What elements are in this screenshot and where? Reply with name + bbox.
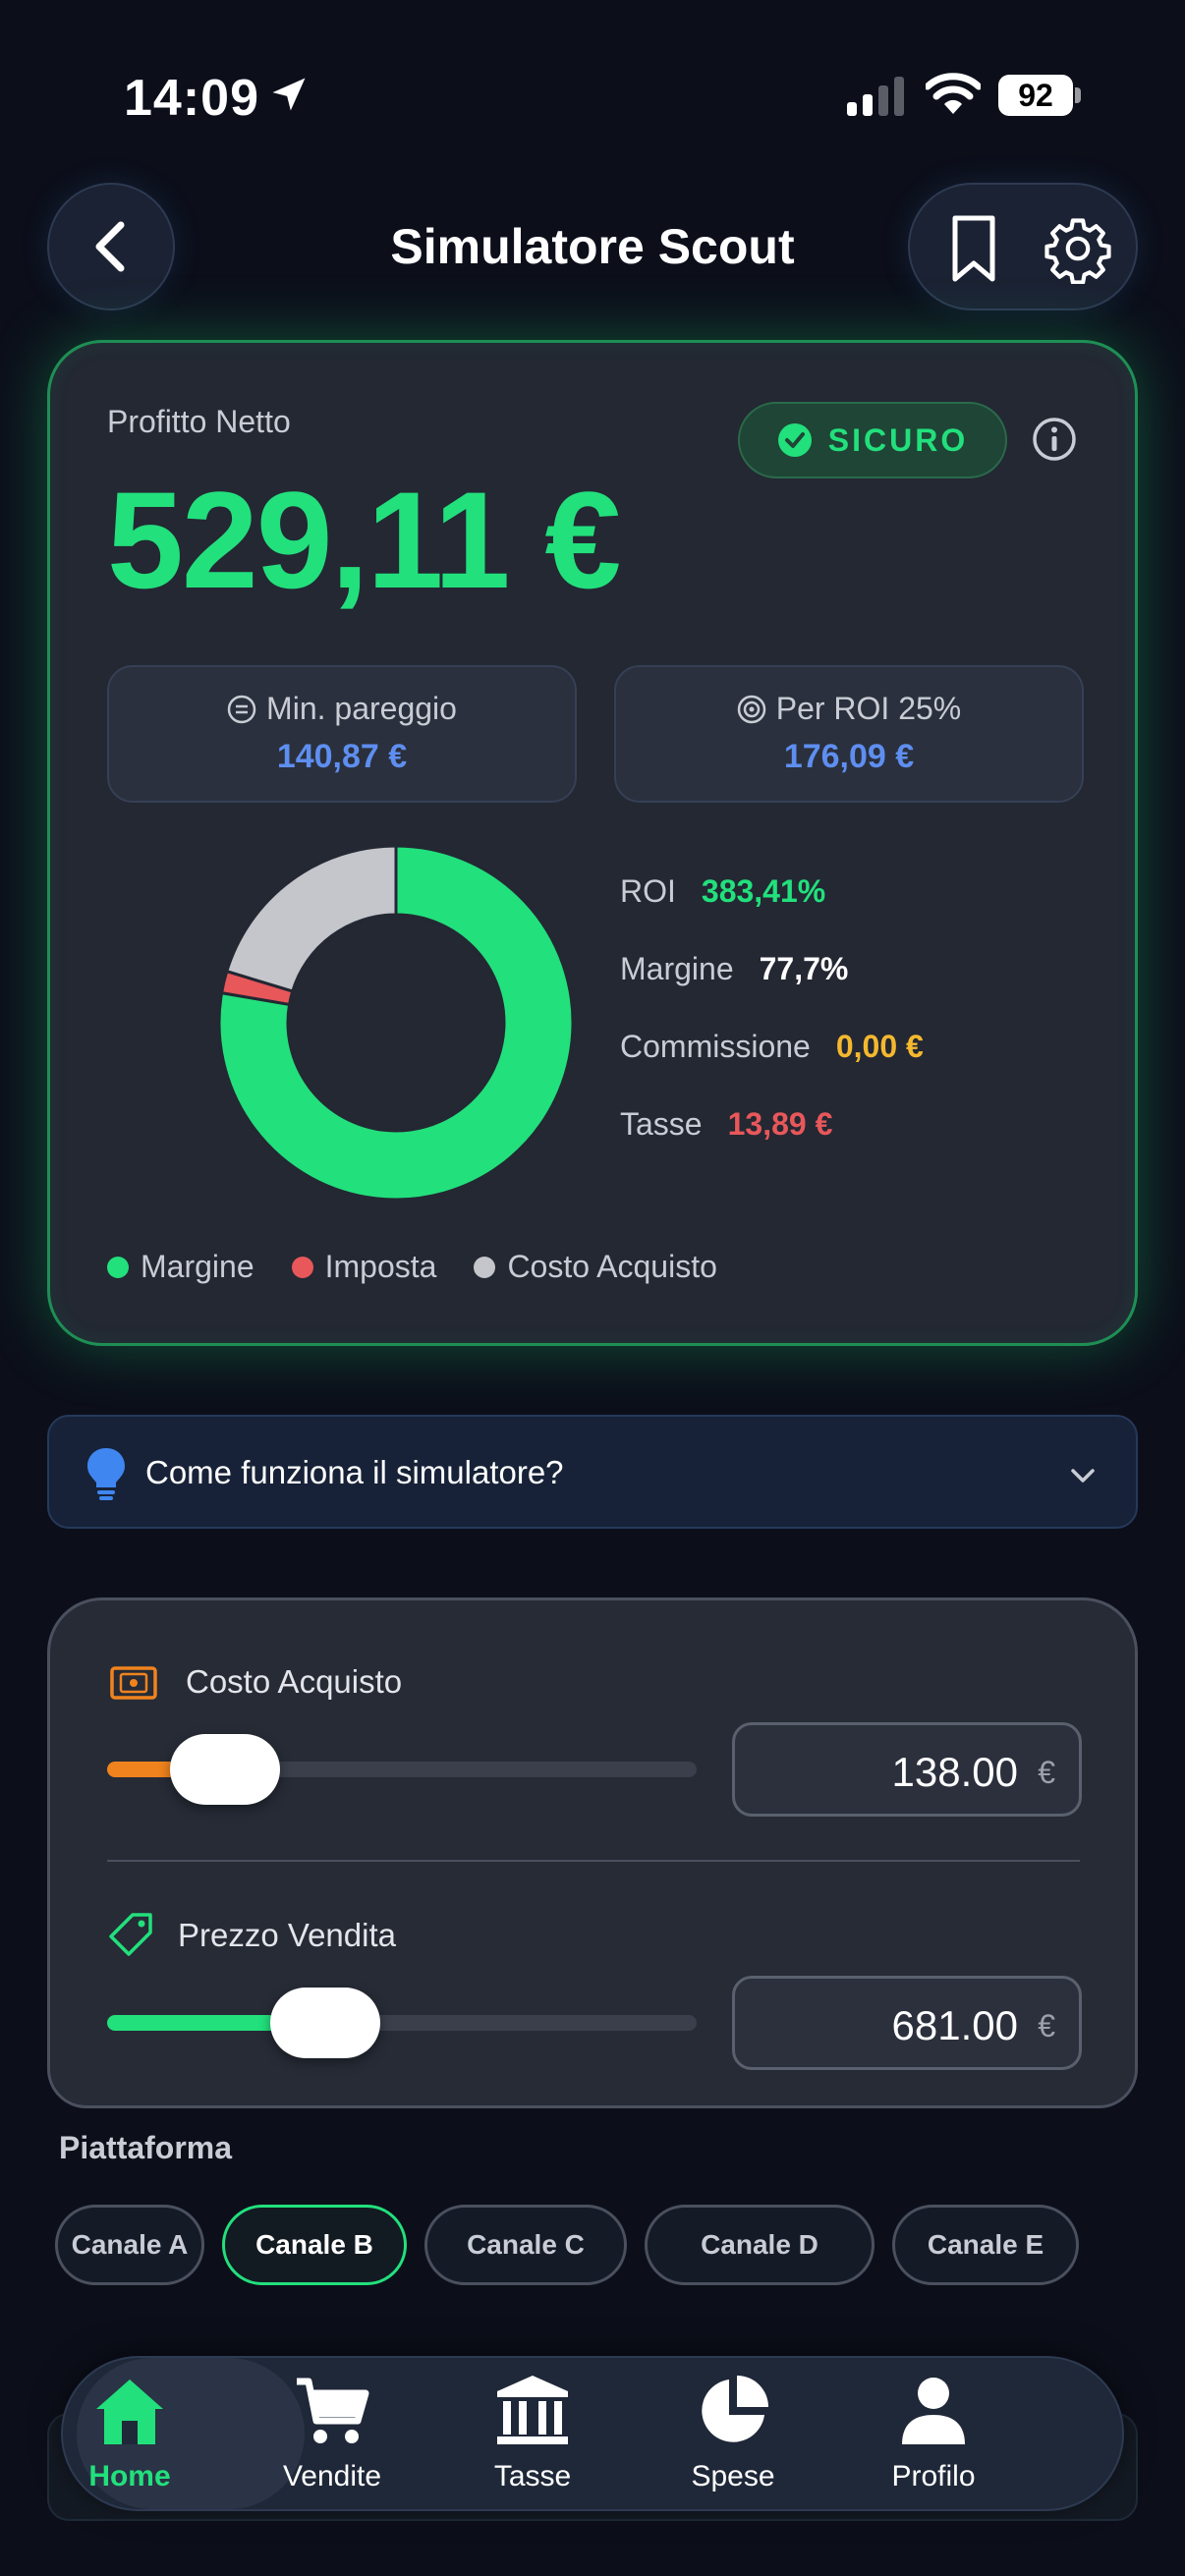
platform-chip-canale-d[interactable]: Canale D [645, 2205, 875, 2285]
howto-label: Come funziona il simulatore? [145, 1454, 564, 1490]
cost-input-value: 138.00 [891, 1749, 1018, 1795]
battery-cap [1075, 87, 1081, 103]
platform-label: Piattaforma [59, 2130, 233, 2165]
platform-chip-canale-e[interactable]: Canale E [892, 2205, 1079, 2285]
back-button[interactable] [47, 183, 175, 310]
roi-target-label: Per ROI 25% [775, 691, 962, 726]
cost-input[interactable]: 138.00 € [732, 1722, 1082, 1817]
wifi-icon [926, 73, 981, 114]
chevron-left-icon [95, 221, 125, 272]
tab-label: Tasse [493, 2460, 572, 2492]
metric-value: 77,7% [759, 951, 849, 986]
chart-legend: Margine Imposta Costo Acquisto [107, 1249, 717, 1285]
gear-icon [1044, 218, 1111, 284]
metric-row-roi: ROI 383,41% [620, 873, 825, 910]
battery-level: 92 [998, 75, 1073, 116]
price-input-value: 681.00 [891, 2002, 1018, 2048]
price-input-unit: € [1038, 2008, 1055, 2044]
tab-spese[interactable]: Spese [635, 2358, 831, 2513]
status-time: 14:09 [124, 70, 259, 127]
legend-label: Imposta [324, 1249, 437, 1284]
info-icon[interactable] [1031, 416, 1078, 463]
tab-home[interactable]: Home [31, 2358, 228, 2513]
money-bill-icon [110, 1666, 157, 1700]
metric-label: Tasse [620, 1106, 703, 1142]
pie-chart-icon [702, 2376, 768, 2442]
roi-target-box: Per ROI 25% 176,09 € [614, 665, 1084, 803]
cost-input-unit: € [1038, 1755, 1055, 1790]
legend-label: Margine [141, 1249, 254, 1284]
cost-slider-thumb[interactable] [170, 1734, 280, 1805]
status-badge: SICURO [738, 402, 1007, 478]
metric-value: 383,41% [701, 873, 826, 909]
tab-label: Vendite [282, 2460, 382, 2492]
page-title: Simulatore Scout [390, 219, 795, 274]
metric-label: Margine [620, 951, 734, 986]
bookmark-icon [952, 215, 995, 282]
roi-target-value: 176,09 € [783, 738, 915, 775]
metric-row-commissione: Commissione 0,00 € [620, 1029, 924, 1065]
metric-row-margine: Margine 77,7% [620, 951, 848, 987]
bookmark-button[interactable] [928, 202, 1020, 295]
cell-signal-icon [847, 77, 904, 116]
legend-dot [291, 1256, 313, 1278]
check-circle-icon [777, 423, 812, 457]
metric-value: 13,89 € [727, 1106, 833, 1142]
legend-label: Costo Acquisto [507, 1249, 717, 1284]
location-arrow-icon [272, 78, 306, 111]
breakeven-value: 140,87 € [276, 738, 408, 775]
price-slider-track[interactable] [107, 2015, 697, 2031]
metric-value: 0,00 € [835, 1029, 924, 1064]
home-icon [96, 2380, 163, 2444]
tab-tasse[interactable]: Tasse [434, 2358, 631, 2513]
legend-item-costo-acquisto: Costo Acquisto [474, 1249, 717, 1285]
header: Simulatore Scout [0, 177, 1185, 314]
tab-label: Home [88, 2460, 171, 2492]
battery-indicator: 92 [998, 75, 1081, 116]
legend-dot [107, 1256, 129, 1278]
platform-chip-canale-b[interactable]: Canale B [222, 2205, 407, 2285]
howto-accordion[interactable]: Come funziona il simulatore? [47, 1415, 1138, 1529]
legend-item-imposta: Imposta [291, 1249, 437, 1285]
tab-profilo[interactable]: Profilo [835, 2358, 1032, 2513]
header-actions [908, 183, 1138, 310]
price-label: Prezzo Vendita [178, 1917, 396, 1953]
platform-chip-canale-c[interactable]: Canale C [424, 2205, 627, 2285]
profit-donut-chart [217, 844, 575, 1202]
cart-icon [297, 2378, 369, 2443]
breakeven-box: Min. pareggio 140,87 € [107, 665, 577, 803]
breakeven-label: Min. pareggio [266, 691, 457, 726]
price-slider-thumb[interactable] [270, 1988, 380, 2058]
bank-icon [497, 2376, 568, 2444]
donut-slice-costo-acquisto [224, 844, 398, 993]
profit-summary-card: Profitto Netto 529,11 € SICURO Min. pare… [47, 340, 1138, 1346]
profit-label: Profitto Netto [107, 404, 291, 439]
tab-bar: Home Vendite Tasse Spese Profilo [61, 2356, 1124, 2511]
tab-label: Profilo [891, 2460, 976, 2492]
tab-label: Spese [691, 2460, 775, 2492]
inputs-card: Costo Acquisto 138.00 € Prezzo Vendita 6… [47, 1597, 1138, 2108]
target-icon [737, 695, 765, 724]
chevron-down-icon [1071, 1469, 1095, 1483]
legend-dot [474, 1256, 496, 1278]
metric-label: Commissione [620, 1029, 811, 1064]
equals-circle-icon [227, 695, 256, 724]
status-bar: 14:09 92 [0, 0, 1185, 187]
price-tag-icon [109, 1913, 152, 1956]
legend-item-margine: Margine [107, 1249, 254, 1285]
price-input[interactable]: 681.00 € [732, 1976, 1082, 2070]
settings-button[interactable] [1032, 202, 1124, 295]
divider [107, 1860, 1080, 1862]
platform-chip-canale-a[interactable]: Canale A [55, 2205, 204, 2285]
user-icon [902, 2378, 965, 2444]
cost-label: Costo Acquisto [186, 1663, 403, 1700]
status-badge-label: SICURO [827, 421, 969, 458]
metric-row-tasse: Tasse 13,89 € [620, 1106, 832, 1143]
tab-vendite[interactable]: Vendite [234, 2358, 430, 2513]
metric-label: ROI [620, 873, 676, 909]
lightbulb-icon [87, 1448, 125, 1500]
profit-value: 529,11 € [107, 463, 621, 617]
